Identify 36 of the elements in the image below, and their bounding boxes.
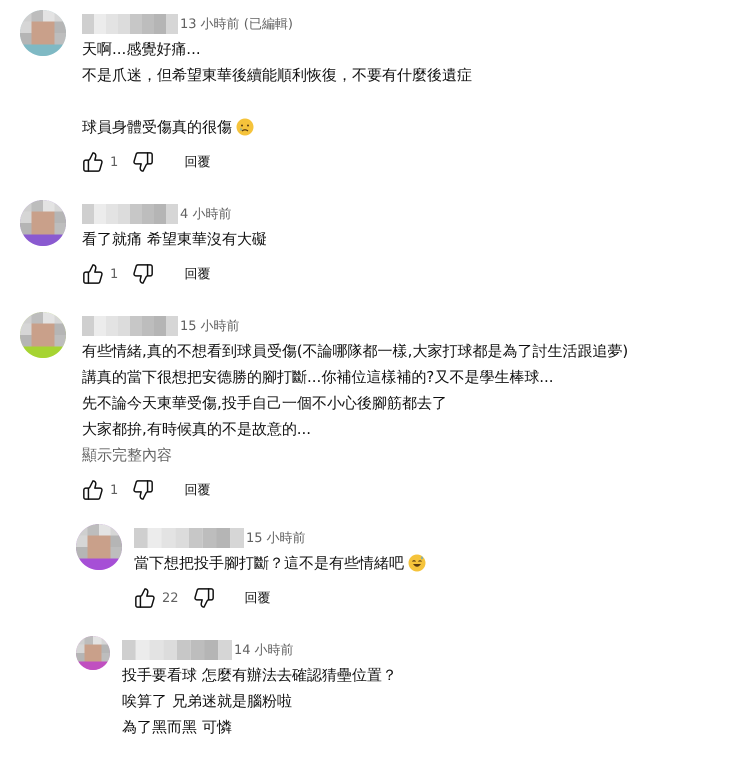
thumbs-up-icon[interactable]	[82, 263, 104, 285]
thumbs-up-icon[interactable]	[82, 479, 104, 501]
thumbs-up-icon[interactable]	[134, 587, 156, 609]
comment-text: 為了黑而黑 可憐	[122, 717, 232, 738]
thumbs-down-icon[interactable]	[132, 263, 154, 285]
comment-text: 投手要看球 怎麼有辦法去確認猜壘位置？	[122, 665, 397, 686]
reply-button[interactable]: 回覆	[184, 149, 210, 175]
comment-time: 15 小時前	[180, 318, 240, 336]
comment-text: 講真的當下很想把安德勝的腳打斷...你補位這樣補的?又不是學生棒球...	[82, 367, 554, 388]
comment-text: 當下想把投手腳打斷？這不是有些情緒吧	[134, 553, 404, 574]
like-count: 1	[110, 482, 118, 498]
reply-button[interactable]: 回覆	[184, 261, 210, 287]
comment-text: 有些情緒,真的不想看到球員受傷(不論哪隊都一樣,大家打球都是為了討生活跟追夢)	[82, 341, 628, 362]
comment-time: 14 小時前	[234, 642, 294, 660]
comment-text: 天啊...感覺好痛...	[82, 39, 201, 60]
like-count: 1	[110, 154, 118, 170]
reply-button[interactable]: 回覆	[184, 477, 210, 503]
comment-text: 不是爪迷，但希望東華後續能順利恢復，不要有什麼後遺症	[82, 65, 472, 86]
thumbs-down-icon[interactable]	[132, 479, 154, 501]
thumbs-down-icon[interactable]	[192, 587, 215, 609]
show-more-link[interactable]: 顯示完整內容	[82, 442, 172, 468]
crying-face-icon	[236, 118, 254, 136]
comment-text: 先不論今天東華受傷,投手自己一個不小心後腳筋都去了	[82, 393, 447, 414]
thumbs-down-icon[interactable]	[132, 151, 154, 173]
comment-text: 唉算了 兄弟迷就是腦粉啦	[122, 691, 292, 712]
comment-time: 13 小時前 (已編輯)	[180, 16, 293, 34]
thumbs-up-icon[interactable]	[82, 151, 104, 173]
reply-button[interactable]: 回覆	[244, 585, 271, 611]
smiling-sweat-face-icon	[408, 554, 426, 572]
comment-text: 大家都拚,有時候真的不是故意的...	[82, 419, 312, 440]
like-count: 22	[162, 590, 179, 606]
comment-text: 球員身體受傷真的很傷	[82, 117, 232, 138]
comment-time: 15 小時前	[246, 530, 306, 548]
comment-text: 看了就痛 希望東華沒有大礙	[82, 229, 267, 250]
comment-time: 4 小時前	[180, 206, 232, 224]
like-count: 1	[110, 266, 118, 282]
